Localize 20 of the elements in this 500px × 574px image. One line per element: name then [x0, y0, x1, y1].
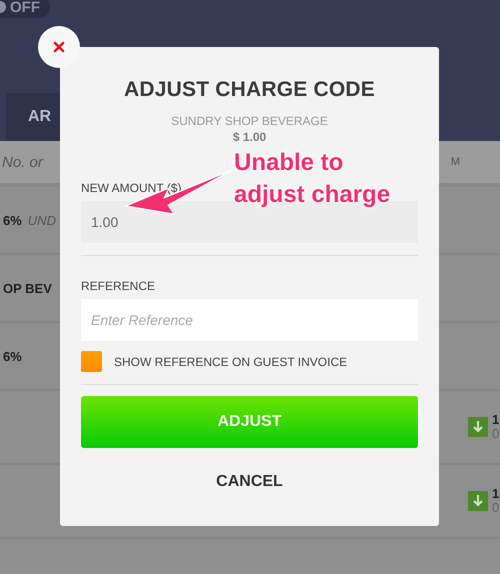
column-label: M	[450, 156, 460, 168]
toggle-switch[interactable]: OFF	[0, 0, 50, 18]
download-icon[interactable]	[468, 417, 488, 437]
row-title: 6%	[3, 348, 22, 364]
item-name: SUNDRY SHOP BEVERAGE	[170, 114, 329, 128]
checkbox-label: SHOW REFERENCE ON GUEST INVOICE	[114, 354, 348, 368]
row-title: 6%	[3, 212, 22, 228]
dialog-title: ADJUST CHARGE CODE	[123, 78, 376, 102]
field-label: REFERENCE	[81, 279, 156, 293]
reference-field[interactable]: Enter Reference	[81, 299, 418, 341]
item-price: $ 1.00	[232, 130, 268, 144]
row-amount: 1	[492, 413, 500, 427]
row-title: OP BEV	[3, 280, 52, 296]
search-field[interactable]: No. or	[2, 154, 58, 170]
row-note: UND	[28, 212, 56, 228]
download-icon[interactable]	[468, 491, 488, 511]
checkbox[interactable]	[81, 351, 102, 372]
row-amount: 1	[492, 487, 500, 501]
cancel-button[interactable]: CANCEL	[81, 472, 418, 492]
close-icon	[53, 41, 65, 53]
